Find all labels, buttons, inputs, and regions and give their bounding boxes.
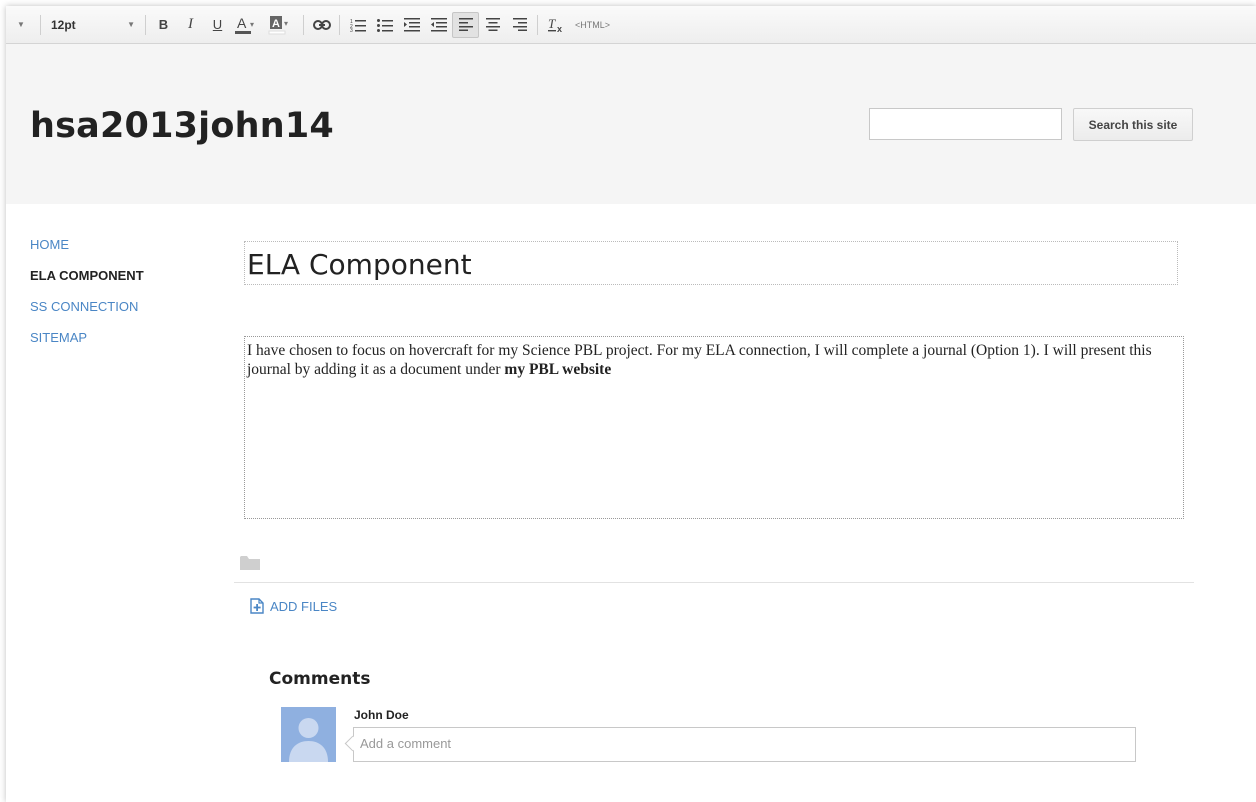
clear-formatting-icon: Tx [547,17,562,33]
search-button[interactable]: Search this site [1073,108,1193,141]
page-title-field[interactable]: ELA Component [244,241,1178,285]
numbered-list-button[interactable]: 123 [344,12,371,38]
underline-button[interactable]: U [204,12,231,38]
sidebar-nav: HOME ELA COMPONENT SS CONNECTION SITEMAP [30,237,144,361]
bulleted-list-icon [376,18,393,32]
align-left-button[interactable] [452,11,479,38]
bulleted-list-button[interactable] [371,12,398,38]
italic-icon: I [188,16,193,32]
bold-button[interactable]: B [150,12,177,38]
align-right-icon [512,18,527,31]
indent-button[interactable] [398,12,425,38]
toolbar-separator [303,14,304,35]
comment-author: John Doe [354,708,409,722]
add-files-link[interactable]: ADD FILES [250,598,337,614]
body-text: I have chosen to focus on hovercraft for… [247,342,1152,378]
svg-text:▾: ▾ [284,19,288,28]
page-title: ELA Component [247,248,472,281]
svg-text:A: A [272,18,280,30]
site-header: hsa2013john14 Search this site [6,44,1256,204]
site-title[interactable]: hsa2013john14 [30,106,334,146]
page-frame: ▼ 12pt ▼ B I U A ▾ A ▾ 123 T x <HTML> hs… [6,6,1256,802]
align-left-icon [458,18,473,31]
font-size-dropdown[interactable]: 12pt ▼ [45,12,141,38]
svg-text:A: A [237,15,247,31]
align-right-button[interactable] [506,12,533,38]
html-button[interactable]: <HTML> [575,12,610,38]
svg-text:T: T [548,17,556,31]
sidebar-item-home[interactable]: HOME [30,237,144,268]
sidebar-item-ela-component[interactable]: ELA COMPONENT [30,268,144,299]
bold-icon: B [158,17,169,32]
sidebar-item-ss-connection[interactable]: SS CONNECTION [30,299,144,330]
numbered-list-icon: 123 [350,19,366,32]
avatar [281,707,336,762]
add-file-icon [250,598,264,614]
svg-text:3: 3 [350,28,353,32]
body-bold-text: my PBL website [504,361,612,378]
highlight-color-icon: A ▾ [268,15,288,34]
link-icon [312,19,331,30]
sidebar-item-sitemap[interactable]: SITEMAP [30,330,144,361]
highlight-color-button[interactable]: A ▾ [265,12,299,38]
font-size-value: 12pt [51,17,76,32]
editor-toolbar: ▼ 12pt ▼ B I U A ▾ A ▾ 123 T x <HTML> [6,6,1256,44]
clear-formatting-button[interactable]: Tx [542,12,569,38]
comment-placeholder: Add a comment [360,736,452,751]
font-family-dropdown[interactable]: ▼ [6,12,36,38]
comment-input[interactable]: Add a comment [344,727,1136,762]
italic-button[interactable]: I [177,12,204,38]
outdent-button[interactable] [425,12,452,38]
svg-text:x: x [557,24,562,33]
align-center-button[interactable] [479,12,506,38]
toolbar-separator [40,14,41,35]
underline-icon: U [212,17,223,32]
attachments-divider [234,582,1194,583]
text-color-button[interactable]: A ▾ [231,12,265,38]
add-files-label: ADD FILES [270,598,338,614]
chevron-down-icon: ▼ [17,20,25,29]
speech-notch [344,735,361,752]
outdent-icon [430,17,447,31]
toolbar-separator [145,14,146,35]
indent-icon [403,17,420,31]
text-color-icon: A ▾ [235,15,254,34]
chevron-down-icon: ▼ [127,20,135,29]
toolbar-separator [339,14,340,35]
search-input[interactable] [869,108,1062,140]
comments-title: Comments [269,669,371,689]
align-center-icon [485,18,500,31]
content-editor[interactable]: I have chosen to focus on hovercraft for… [244,336,1184,519]
folder-icon [240,556,260,570]
toolbar-separator [537,14,538,35]
link-button[interactable] [308,12,335,38]
svg-text:▾: ▾ [250,20,254,29]
user-silhouette-icon [289,718,328,762]
